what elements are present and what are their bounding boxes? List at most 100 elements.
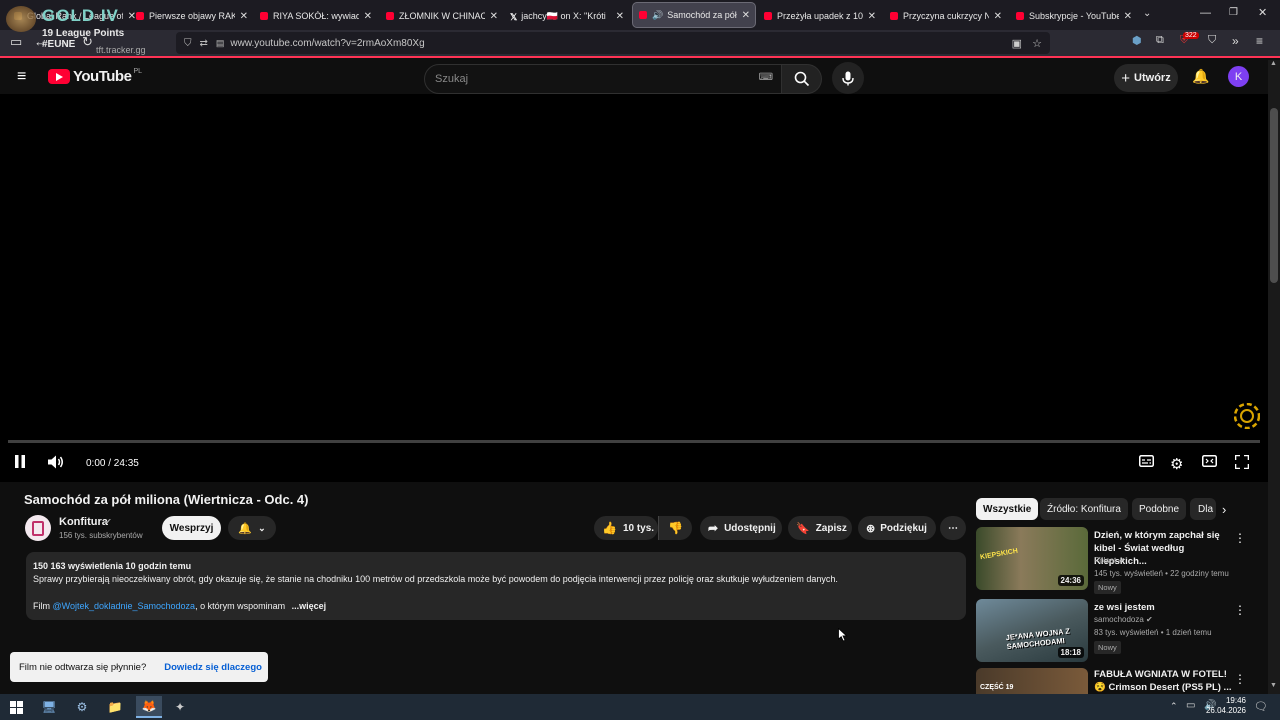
fullscreen-icon[interactable] xyxy=(1235,455,1249,469)
browser-tab[interactable]: Przeżyła upadek z 10 000 ✕ xyxy=(764,4,876,28)
browser-tab[interactable]: Przyczyna cukrzycy NR1 ✕ xyxy=(890,4,1002,28)
notification-center-icon[interactable]: 🗨 xyxy=(1254,700,1268,713)
keyboard-icon[interactable]: ⌨ xyxy=(759,72,773,83)
channel-watermark-icon[interactable] xyxy=(1233,402,1261,430)
like-button[interactable]: 👍 10 tys. xyxy=(594,516,658,540)
window-close-icon[interactable]: ✕ xyxy=(1258,6,1267,19)
learn-why-link[interactable]: Dowiedz się dlaczego xyxy=(164,662,262,673)
dislike-button[interactable]: 👎 xyxy=(658,516,692,540)
search-input[interactable]: Szukaj ⌨ xyxy=(424,64,782,94)
subtitles-icon[interactable] xyxy=(1139,455,1154,467)
channel-mention-link[interactable]: @Wojtek_dokladnie_Samochodoza xyxy=(53,601,196,611)
settings-gear-icon[interactable]: ⚙ xyxy=(1170,455,1183,473)
menu-icon[interactable]: ≡ xyxy=(1256,34,1263,48)
extensions-puzzle-icon[interactable]: ⧉ xyxy=(1156,34,1164,47)
tray-chevron-icon[interactable]: ⌃ xyxy=(1170,701,1178,712)
tab-close-icon[interactable]: ✕ xyxy=(240,11,248,22)
channel-avatar[interactable] xyxy=(25,515,51,541)
tab-close-icon[interactable]: ✕ xyxy=(994,11,1002,22)
tab-list-chevron-icon[interactable]: ⌄ xyxy=(1143,8,1151,19)
recommendation-item[interactable]: KIEPSKICH 24:36 Dzień, w którym zapchał … xyxy=(976,527,1260,594)
theater-mode-icon[interactable] xyxy=(1202,455,1217,467)
create-button[interactable]: + Utwórz xyxy=(1114,64,1178,92)
tab-close-icon[interactable]: ✕ xyxy=(1124,11,1132,22)
volume-button[interactable] xyxy=(48,455,64,469)
pause-button[interactable] xyxy=(14,455,26,468)
this-pc-icon[interactable]: 🖥 xyxy=(40,698,58,716)
filter-chip-all[interactable]: Wszystkie xyxy=(976,498,1039,520)
maximize-icon[interactable]: ❐ xyxy=(1229,7,1238,18)
firefox-icon[interactable]: 🦊 xyxy=(136,696,162,718)
start-windows-icon[interactable] xyxy=(7,698,25,716)
share-button[interactable]: ➦ Udostępnij xyxy=(700,516,782,540)
more-vertical-icon[interactable]: ⋮ xyxy=(1234,672,1246,686)
url-bar[interactable]: ⛉ ⇄ ▤ www.youtube.com/watch?v=2rmAoXm80X… xyxy=(176,32,1050,54)
tab-close-icon[interactable]: ✕ xyxy=(868,11,876,22)
description-box[interactable]: 150 163 wyświetlenia 10 godzin temu Spra… xyxy=(26,552,966,620)
more-vertical-icon[interactable]: ⋮ xyxy=(1234,603,1246,617)
tab-close-icon[interactable]: ✕ xyxy=(490,11,498,22)
youtube-logo[interactable]: YouTube PL xyxy=(48,68,142,85)
scrollbar-thumb[interactable] xyxy=(1270,108,1278,283)
bookmark-star-icon[interactable]: ☆ xyxy=(1032,37,1042,50)
search-button[interactable] xyxy=(782,64,822,94)
browser-tab-active[interactable]: 🔊 Samochód za pół mi ✕ xyxy=(632,2,756,28)
verified-icon: ✔ xyxy=(1118,556,1126,565)
shield-icon[interactable]: ⛉ xyxy=(184,38,192,49)
file-explorer-icon[interactable]: 📁 xyxy=(106,698,124,716)
recommendation-item[interactable]: JE*ANA WOJNA Z SAMOCHODAMI 18:18 ze wsi … xyxy=(976,599,1260,663)
clock[interactable]: 19:46 26.04.2026 xyxy=(1204,696,1246,716)
tab-close-icon[interactable]: ✕ xyxy=(364,11,372,22)
steam-icon[interactable]: ⚙ xyxy=(73,698,91,716)
hamburger-menu-icon[interactable]: ≡ xyxy=(17,68,26,86)
video-thumbnail[interactable]: KIEPSKICH 24:36 xyxy=(976,527,1088,590)
speaker-icon[interactable]: 🔊 xyxy=(652,10,663,21)
url-text[interactable]: www.youtube.com/watch?v=2rmAoXm80Xg xyxy=(230,38,424,49)
video-title: Samochód za pół miliona (Wiertnicza - Od… xyxy=(24,492,309,507)
browser-tab[interactable]: 𝕏 jachcy🇵🇱 on X: "Króti ✕ xyxy=(510,4,624,28)
notifications-bell-icon[interactable]: 🔔 xyxy=(1192,68,1209,85)
recommendation-channel[interactable]: Polsat ✔ xyxy=(1094,556,1125,565)
extension-icon[interactable]: ⬢ xyxy=(1132,34,1142,47)
page-scrollbar[interactable]: ▲ ▼ xyxy=(1268,60,1280,694)
tab-label: Pierwsze objawy RAKA P xyxy=(149,11,235,21)
region-code: PL xyxy=(133,68,142,75)
video-player[interactable]: 0:00 / 24:35 ⚙ xyxy=(0,94,1268,482)
support-button[interactable]: Wesprzyj xyxy=(162,516,221,540)
microphone-icon xyxy=(842,71,854,85)
subscription-bell-button[interactable]: 🔔 ⌄ xyxy=(228,516,276,540)
recommendation-title[interactable]: FABUŁA WGNIATA W FOTEL! 😵 Crimson Desert… xyxy=(1094,668,1234,694)
recommendation-title[interactable]: ze wsi jestem xyxy=(1094,601,1234,614)
progress-bar[interactable] xyxy=(8,440,1260,443)
browser-tab[interactable]: RIYA SOKÓŁ: wywiad, pie ✕ xyxy=(260,4,372,28)
tab-close-icon[interactable]: ✕ xyxy=(742,10,750,21)
more-tools-icon[interactable]: » xyxy=(1232,34,1239,48)
browser-tab[interactable]: Subskrypcje - YouTube ✕ xyxy=(1016,4,1132,28)
permissions-icon[interactable]: ⇄ xyxy=(200,38,208,49)
thanks-button[interactable]: ⊛ Podziękuj xyxy=(858,516,936,540)
tab-close-icon[interactable]: ✕ xyxy=(616,11,624,22)
more-actions-button[interactable]: ⋯ xyxy=(940,516,966,540)
scroll-up-icon[interactable]: ▲ xyxy=(1270,60,1277,67)
reader-view-icon[interactable]: ▣ xyxy=(1012,37,1022,50)
app-icon[interactable]: ✦ xyxy=(171,698,189,716)
browser-tab[interactable]: ZŁOMNIK W CHINACH # ✕ xyxy=(386,4,498,28)
network-icon[interactable]: ▭ xyxy=(1186,700,1195,711)
chevron-right-icon[interactable]: › xyxy=(1222,502,1226,517)
more-vertical-icon[interactable]: ⋮ xyxy=(1234,531,1246,545)
filter-chip-source[interactable]: Źródło: Konfitura xyxy=(1040,498,1128,520)
filter-chip-similar[interactable]: Podobne xyxy=(1132,498,1187,520)
voice-search-button[interactable] xyxy=(832,62,864,94)
show-more-link[interactable]: ...więcej xyxy=(292,601,327,611)
minimize-icon[interactable]: — xyxy=(1200,7,1211,19)
save-button[interactable]: 🔖 Zapisz xyxy=(788,516,852,540)
scroll-down-icon[interactable]: ▼ xyxy=(1270,682,1277,689)
filter-chip-more[interactable]: Dla xyxy=(1190,498,1216,520)
video-thumbnail[interactable]: JE*ANA WOJNA Z SAMOCHODAMI 18:18 xyxy=(976,599,1088,662)
channel-name[interactable]: Konfitura xyxy=(59,516,108,528)
recommendation-item[interactable]: CZĘŚĆ 19 FABUŁA WGNIATA W FOTEL! 😵 Crims… xyxy=(976,668,1260,694)
video-thumbnail[interactable]: CZĘŚĆ 19 xyxy=(976,668,1088,694)
privacy-icon[interactable]: ⛉ xyxy=(1208,34,1216,47)
recommendation-channel[interactable]: samochodoza ✔ xyxy=(1094,615,1153,624)
avatar[interactable]: K xyxy=(1228,66,1249,87)
